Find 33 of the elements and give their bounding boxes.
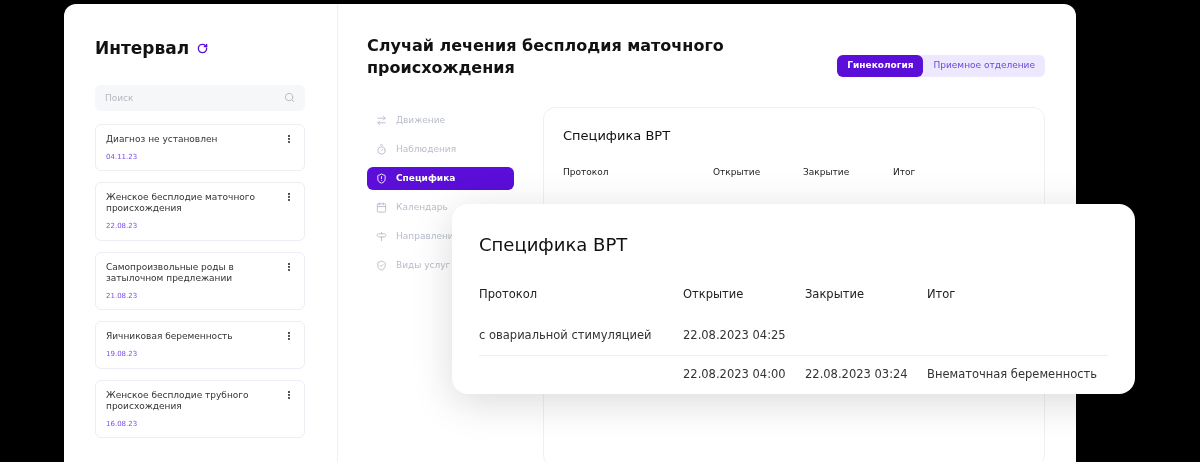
calendar-icon xyxy=(376,202,387,213)
column-header: Закрытие xyxy=(803,165,851,179)
table-cell-text: с овариальной стимуляцией xyxy=(479,327,653,345)
column-header: Итог xyxy=(927,286,957,303)
shield-check-icon xyxy=(376,260,387,271)
table-cell-text: 22.08.2023 03:24 xyxy=(805,365,909,383)
table-cell-text: 22.08.2023 04:00 xyxy=(683,365,787,383)
diagnosis-title: Женское бесплодие маточного происхождения xyxy=(106,192,257,214)
diagnosis-title: Диагноз не установлен xyxy=(106,133,219,145)
tab[interactable]: Приемное отделение xyxy=(923,55,1045,77)
column-header: Протокол xyxy=(563,165,610,179)
table-cell-text: 22.08.2023 04:25 xyxy=(683,327,787,345)
column-header: Закрытие xyxy=(805,286,865,303)
column-header: Итог xyxy=(893,165,917,179)
signpost-icon xyxy=(376,231,387,242)
refresh-icon[interactable] xyxy=(197,43,209,55)
card-title: Специфика ВРТ xyxy=(563,127,672,145)
column-header: Открытие xyxy=(683,286,745,303)
sidebar-title: Интервал xyxy=(95,37,190,60)
diagnosis-title: Женское бесплодие трубного происхождения xyxy=(106,389,250,412)
stopwatch-icon xyxy=(376,144,387,155)
arrows-icon xyxy=(376,115,387,126)
tab[interactable]: Гинекология xyxy=(837,55,924,77)
diagnosis-title: Яичниковая беременность xyxy=(106,331,234,342)
table-cell-text: Внематочная беременность xyxy=(927,365,1099,383)
diagnosis-title: Самопроизвольные роды в затылочном предлежании xyxy=(106,261,235,284)
shield-icon xyxy=(376,173,387,184)
card-title: Специфика ВРТ xyxy=(479,233,629,257)
column-header: Открытие xyxy=(713,165,762,179)
page-title: Случай лечения бесплодия маточного происхождения xyxy=(367,35,725,79)
nav-item[interactable]: Специфика xyxy=(367,167,514,190)
search-field[interactable]: Поиск xyxy=(95,84,305,111)
column-header: Протокол xyxy=(479,286,539,303)
